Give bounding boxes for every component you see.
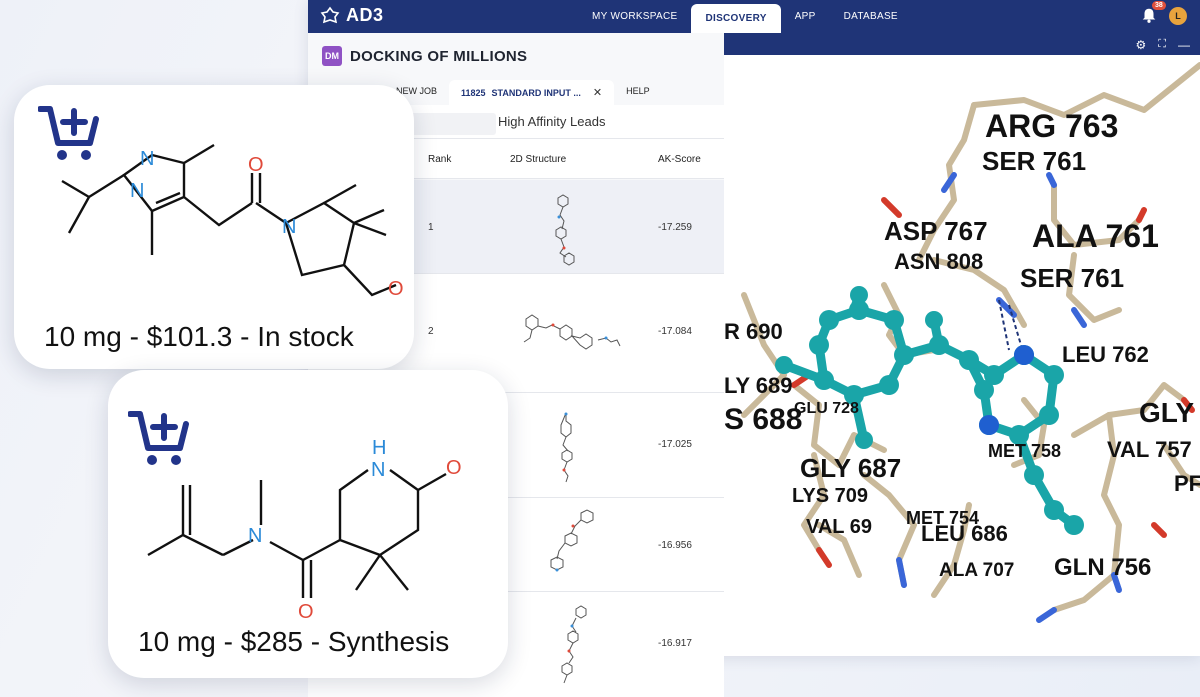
- main-nav: MY WORKSPACE DISCOVERY APP DATABASE: [578, 0, 912, 33]
- svg-text:N: N: [282, 216, 296, 238]
- svg-text:O: O: [446, 457, 462, 479]
- residue-label: MET 758: [988, 441, 1062, 461]
- svg-text:H: H: [372, 437, 386, 459]
- page-header: DM DOCKING OF MILLIONS: [322, 46, 527, 66]
- viewer-toolbar: ⚙ ⛶ —: [724, 33, 1200, 55]
- col-score[interactable]: AK-Score: [658, 154, 701, 165]
- residue-label: GLN 756: [1054, 554, 1152, 581]
- row-score: -17.084: [658, 326, 692, 337]
- svg-text:N: N: [140, 148, 154, 170]
- residue-label: GLU 728: [794, 400, 859, 417]
- row-rank: 1: [428, 222, 434, 233]
- residue-label: SER 761: [1020, 263, 1125, 293]
- residue-label: VAL 69: [806, 516, 872, 538]
- row-score: -17.259: [658, 222, 692, 233]
- nav-database[interactable]: DATABASE: [830, 0, 912, 33]
- svg-text:N: N: [248, 525, 262, 547]
- residue-label: R 690: [724, 319, 783, 344]
- close-icon[interactable]: ✕: [593, 86, 602, 99]
- residue-label: LEU 686: [921, 521, 1008, 546]
- top-nav-bar: AD3 MY WORKSPACE DISCOVERY APP DATABASE …: [308, 0, 1200, 33]
- product-card[interactable]: N N O N O 10 mg - $101.3 - In stock: [14, 85, 414, 369]
- row-score: -17.025: [658, 439, 692, 450]
- job-tabs: NEW JOB 11825 STANDARD INPUT ... ✕ HELP: [384, 80, 662, 105]
- svg-text:O: O: [298, 601, 314, 623]
- svg-text:N: N: [130, 180, 144, 202]
- residue-label: ARG 763: [985, 108, 1119, 144]
- residue-label: VAL 757: [1107, 437, 1192, 462]
- product-price: 10 mg - $101.3 - In stock: [44, 321, 354, 352]
- residue-label: ASN 808: [894, 249, 984, 274]
- col-structure[interactable]: 2D Structure: [510, 154, 566, 165]
- structure-thumbnail: [561, 605, 587, 684]
- job-label: STANDARD INPUT ...: [491, 87, 581, 98]
- 3d-viewer[interactable]: ⚙ ⛶ — ARG 763 SER 761 ASP 767 ALA 761 AS…: [724, 33, 1200, 656]
- structure-thumbnail: [550, 509, 594, 572]
- structure-thumbnail: [555, 194, 575, 266]
- job-id: 11825: [461, 87, 486, 98]
- nav-my-workspace[interactable]: MY WORKSPACE: [578, 0, 691, 33]
- tab-help[interactable]: HELP: [614, 80, 662, 105]
- residue-label: ALA 761: [1032, 218, 1159, 254]
- minimize-icon[interactable]: —: [1178, 38, 1190, 52]
- brand-logo[interactable]: AD3: [320, 5, 384, 26]
- residue-label: ASP 767: [884, 216, 988, 246]
- app-badge: DM: [322, 46, 342, 66]
- residue-label: LEU 762: [1062, 342, 1149, 367]
- brand-name: AD3: [346, 5, 384, 25]
- fullscreen-icon[interactable]: ⛶: [1158, 38, 1166, 52]
- nav-app[interactable]: APP: [781, 0, 830, 33]
- svg-text:N: N: [371, 459, 385, 481]
- residue-label: SER 761: [982, 146, 1087, 176]
- molecule-structure: N N O N O: [61, 143, 404, 300]
- nav-discovery[interactable]: DISCOVERY: [691, 4, 781, 33]
- product-price: 10 mg - $285 - Synthesis: [138, 626, 450, 657]
- residue-label: GLY 687: [800, 453, 902, 483]
- row-rank: 2: [428, 326, 434, 337]
- residue-label: PF: [1174, 471, 1200, 496]
- filter-label[interactable]: High Affinity Leads: [498, 114, 605, 129]
- svg-text:O: O: [248, 154, 264, 176]
- row-score: -16.917: [658, 638, 692, 649]
- page-title: DOCKING OF MILLIONS: [350, 47, 528, 65]
- residue-label: S 688: [724, 403, 803, 436]
- residue-label: ALA 707: [939, 560, 1015, 581]
- gear-icon[interactable]: ⚙: [1136, 38, 1147, 52]
- col-rank[interactable]: Rank: [428, 154, 451, 165]
- brand-logo-icon: [320, 6, 340, 23]
- structure-thumbnail: [560, 412, 573, 483]
- residue-label: LY 689: [724, 373, 793, 398]
- notification-count: 38: [1152, 1, 1166, 10]
- tab-job[interactable]: 11825 STANDARD INPUT ... ✕: [449, 80, 615, 105]
- avatar[interactable]: L: [1169, 7, 1187, 25]
- residue-label: GLY: [1139, 397, 1194, 428]
- filter-box[interactable]: [408, 113, 496, 135]
- structure-thumbnail: [523, 314, 621, 350]
- residue-label: LYS 709: [792, 485, 868, 507]
- row-score: -16.956: [658, 540, 692, 551]
- svg-text:O: O: [388, 278, 404, 300]
- product-card[interactable]: N N H O O 10 mg - $285 - Synthesis: [108, 370, 508, 678]
